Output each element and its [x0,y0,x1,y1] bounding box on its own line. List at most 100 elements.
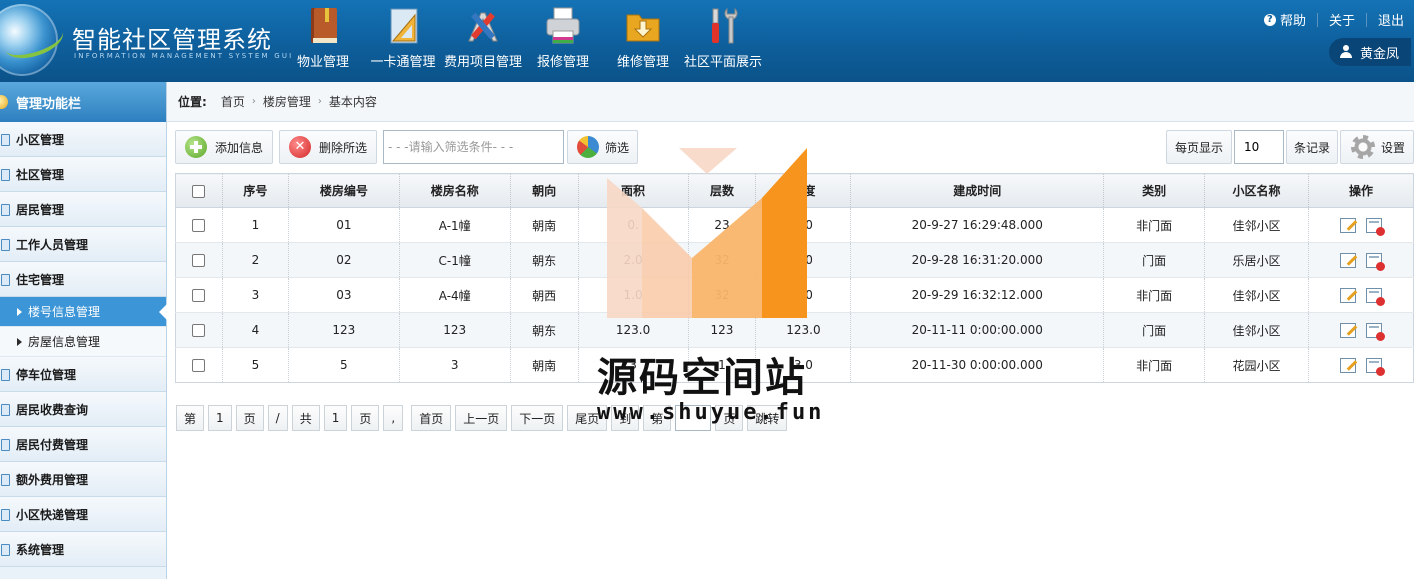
row-checkbox[interactable] [192,324,206,337]
table-cell: 2.0 [578,242,689,278]
table-cell: 1 [688,347,757,383]
table-cell: 4.0 [755,242,852,278]
table-cell: 01 [288,207,400,243]
table-cell: 2 [222,242,289,278]
sidebar-item-payment[interactable]: 居民付费管理 [0,427,166,462]
sidebar-item-staff[interactable]: 工作人员管理 [0,227,166,262]
first-page-button[interactable]: 首页 [411,405,452,431]
table-row: 1 01 A-1幢 朝南 0. 23 0.0 20-9-27 16:29:48.… [175,207,1414,243]
prev-page-button[interactable]: 上一页 [455,405,508,431]
jump-page-input[interactable] [675,405,712,431]
filter-input[interactable] [383,130,564,164]
pager-text: 第 [176,405,205,431]
delete-selected-button[interactable]: ✕ 删除所选 [279,130,377,164]
sidebar-item-system[interactable]: 系统管理 [0,532,166,567]
row-checkbox[interactable] [192,289,206,302]
table-cell: 20-9-28 16:31:20.000 [850,242,1105,278]
sidebar-item-express[interactable]: 小区快递管理 [0,497,166,532]
row-select-cell[interactable] [175,207,223,243]
chevron-right-icon: › [251,96,256,107]
column-header: 楼房编号 [288,173,400,208]
column-header: 序号 [222,173,289,208]
table-row: 3 03 A-4幢 朝西 1.0 32 3.0 20-9-29 16:32:12… [175,277,1414,313]
table-cell: 朝东 [510,242,579,278]
column-header: 操作 [1308,173,1414,208]
sidebar-item-residents[interactable]: 居民管理 [0,192,166,227]
delete-icon[interactable] [1365,217,1385,236]
add-button[interactable]: 添加信息 [175,130,273,164]
settings-button[interactable]: 设置 [1340,130,1414,164]
table-cell: A-1幢 [399,207,511,243]
row-checkbox[interactable] [192,219,206,232]
pie-chart-icon [577,136,599,158]
logout-link[interactable]: 退出 [1378,10,1404,29]
sidebar-item-housing[interactable]: 住宅管理 [0,262,166,297]
last-page-button[interactable]: 尾页 [567,405,608,431]
breadcrumb-home[interactable]: 首页 [221,93,245,110]
nav-card[interactable]: 一卡通管理 [363,0,443,82]
link-divider [1365,12,1367,27]
table-cell: 非门面 [1103,277,1206,313]
top-header: 智能社区管理系统 INFORMATION MANAGEMENT SYSTEM G… [0,0,1414,82]
delete-icon[interactable] [1365,322,1385,341]
table-cell: 非门面 [1103,347,1206,383]
breadcrumb-building-mgmt[interactable]: 楼房管理 [263,93,311,110]
delete-icon[interactable] [1365,357,1385,376]
user-badge[interactable]: 黄金凤 [1328,38,1411,66]
next-page-button[interactable]: 下一页 [511,405,564,431]
edit-icon[interactable] [1339,252,1356,268]
row-actions [1308,347,1414,383]
sidebar-subitem-house-info[interactable]: 房屋信息管理 [0,327,166,357]
jump-button[interactable]: 跳转 [747,405,788,431]
table-cell: 朝南 [510,347,579,383]
nav-community-plan-label: 社区平面展示 [683,55,762,70]
table-cell: 1 [222,207,289,243]
table-cell: 20-11-30 0:00:00.000 [850,347,1105,383]
sidebar-item-residential-area[interactable]: 小区管理 [0,122,166,157]
table-cell: 佳邻小区 [1204,207,1309,243]
screwdriver-wrench-icon [712,7,738,44]
row-checkbox[interactable] [192,359,206,372]
select-all-cell[interactable] [175,173,223,208]
nav-community-plan[interactable]: 社区平面展示 [683,0,763,82]
column-header: 朝向 [510,173,579,208]
table-row: 4 123 123 朝东 123.0 123 123.0 20-11-11 0:… [175,312,1414,348]
edit-icon[interactable] [1339,217,1356,233]
sidebar-item-parking[interactable]: 停车位管理 [0,357,166,392]
per-page-input[interactable] [1234,130,1284,164]
table-cell: 123.0 [755,312,852,348]
edit-icon[interactable] [1339,357,1356,373]
delete-icon[interactable] [1365,252,1385,271]
table-cell: 123 [288,312,400,348]
sidebar-header: 管理功能栏 [0,82,166,122]
sidebar-item-community[interactable]: 社区管理 [0,157,166,192]
book-icon [311,8,337,43]
filter-button[interactable]: 筛选 [567,130,638,164]
table-cell: 花园小区 [1204,347,1309,383]
row-select-cell[interactable] [175,242,223,278]
edit-icon[interactable] [1339,287,1356,303]
delete-icon[interactable] [1365,287,1385,306]
sidebar-item-fee-query[interactable]: 居民收费查询 [0,392,166,427]
table-cell: 32 [688,242,757,278]
row-checkbox[interactable] [192,254,206,267]
select-all-checkbox[interactable] [192,184,206,198]
edit-icon[interactable] [1339,322,1356,338]
pager-text: 页 [235,405,264,431]
table-cell: 5 [222,347,289,383]
add-button-label: 添加信息 [215,140,264,155]
row-select-cell[interactable] [175,277,223,313]
nav-fee-items[interactable]: 费用项目管理 [443,0,523,82]
nav-repair-report[interactable]: 报修管理 [523,0,603,82]
sidebar-item-extra-fees[interactable]: 额外费用管理 [0,462,166,497]
nav-property[interactable]: 物业管理 [283,0,363,82]
help-link[interactable]: 帮助 [1280,10,1306,29]
sidebar-subitem-building-info[interactable]: 楼号信息管理 [0,297,167,327]
table-cell: 朝西 [510,277,579,313]
row-select-cell[interactable] [175,347,223,383]
ruler-triangle-icon [390,8,418,44]
about-link[interactable]: 关于 [1329,10,1355,29]
nav-maintenance[interactable]: 维修管理 [603,0,683,82]
sidebar: 管理功能栏 小区管理 社区管理 居民管理 工作人员管理 住宅管理 楼号信息管理 … [0,82,167,579]
row-select-cell[interactable] [175,312,223,348]
